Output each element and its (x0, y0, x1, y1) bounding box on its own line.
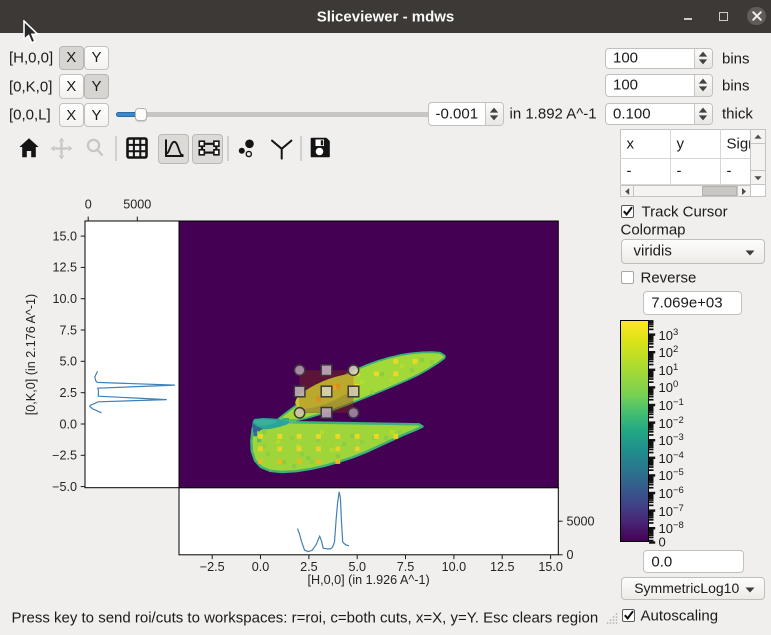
svg-text:5000: 5000 (123, 198, 151, 212)
svg-text:5.0: 5.0 (348, 560, 366, 574)
svg-text:−2.5: −2.5 (52, 449, 77, 463)
svg-text:10.0: 10.0 (52, 292, 77, 306)
svg-text:12.5: 12.5 (490, 560, 515, 574)
svg-text:−2.5: −2.5 (200, 560, 225, 574)
svg-text:0.0: 0.0 (252, 560, 270, 574)
svg-text:10.0: 10.0 (442, 560, 467, 574)
svg-text:12.5: 12.5 (52, 261, 77, 275)
svg-text:[0,K,0] (in 2.176 A^-1): [0,K,0] (in 2.176 A^-1) (24, 294, 38, 415)
svg-text:0.0: 0.0 (59, 417, 77, 431)
svg-text:2.5: 2.5 (59, 386, 77, 400)
svg-text:5000: 5000 (567, 515, 595, 529)
svg-text:7.5: 7.5 (59, 323, 77, 337)
svg-text:15.0: 15.0 (52, 229, 77, 243)
svg-text:−5.0: −5.0 (52, 480, 77, 494)
svg-text:0: 0 (567, 548, 574, 562)
svg-text:0: 0 (85, 198, 92, 212)
svg-text:7.5: 7.5 (397, 560, 415, 574)
svg-text:2.5: 2.5 (300, 560, 318, 574)
svg-text:5.0: 5.0 (59, 355, 77, 369)
svg-text:[H,0,0] (in 1.926 A^-1): [H,0,0] (in 1.926 A^-1) (308, 573, 430, 587)
svg-text:15.0: 15.0 (538, 560, 563, 574)
